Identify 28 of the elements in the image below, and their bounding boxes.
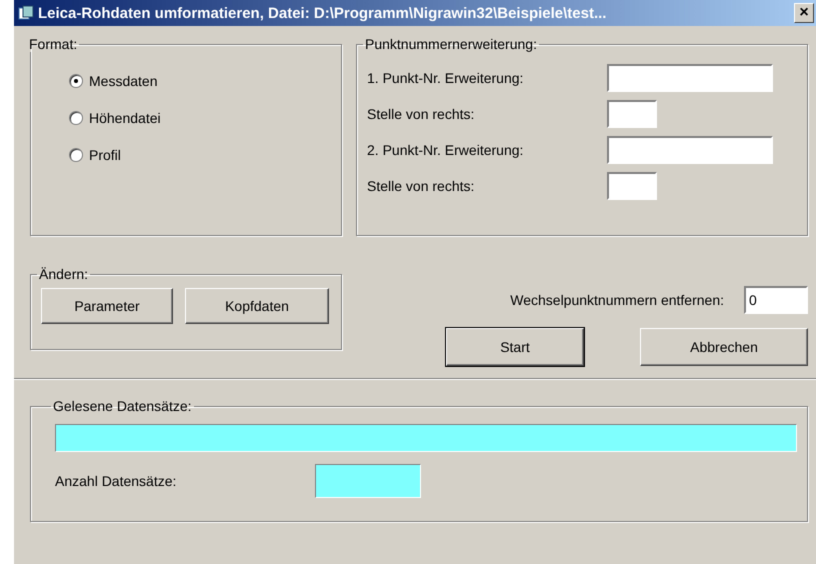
field-label: Wechselpunktnummern entfernen: <box>510 292 724 308</box>
window-title: Leica-Rohdaten umformatieren, Datei: D:\Programm\Nigrawin32\Beispiele\test... <box>38 4 608 22</box>
number-field[interactable]: 0 <box>744 286 808 314</box>
field-label: 2. Punkt-Nr. Erweiterung: <box>367 142 524 158</box>
text-field[interactable] <box>607 172 657 200</box>
text-field[interactable] <box>607 64 773 92</box>
change-button[interactable]: Parameter <box>41 288 173 324</box>
field-label: Stelle von rechts: <box>367 178 476 194</box>
change-button[interactable]: Kopfdaten <box>185 288 329 324</box>
text-field[interactable] <box>607 100 657 128</box>
group-label: Gelesene Datensätze: <box>52 398 193 414</box>
action-button[interactable]: Start <box>446 328 584 366</box>
radio-option[interactable]: Messdaten <box>31 62 341 99</box>
close-button[interactable]: × <box>794 3 814 23</box>
text-field[interactable] <box>607 136 773 164</box>
radio-option[interactable]: Profil <box>31 136 341 173</box>
radio-button[interactable] <box>69 74 83 88</box>
group-label: Ändern: <box>38 266 90 282</box>
app-icon <box>18 5 34 21</box>
field-label: Anzahl Datensätze: <box>55 473 178 489</box>
radio-button[interactable] <box>69 110 83 124</box>
field-label: 1. Punkt-Nr. Erweiterung: <box>367 70 524 86</box>
group-label: Format: <box>28 36 78 52</box>
radio-button[interactable] <box>69 148 83 162</box>
group-label: Punktnummernerweiterung: <box>364 36 538 52</box>
radio-option[interactable]: Höhendatei <box>31 99 341 136</box>
action-button[interactable]: Abbrechen <box>640 328 808 366</box>
field-label: Stelle von rechts: <box>367 106 476 122</box>
